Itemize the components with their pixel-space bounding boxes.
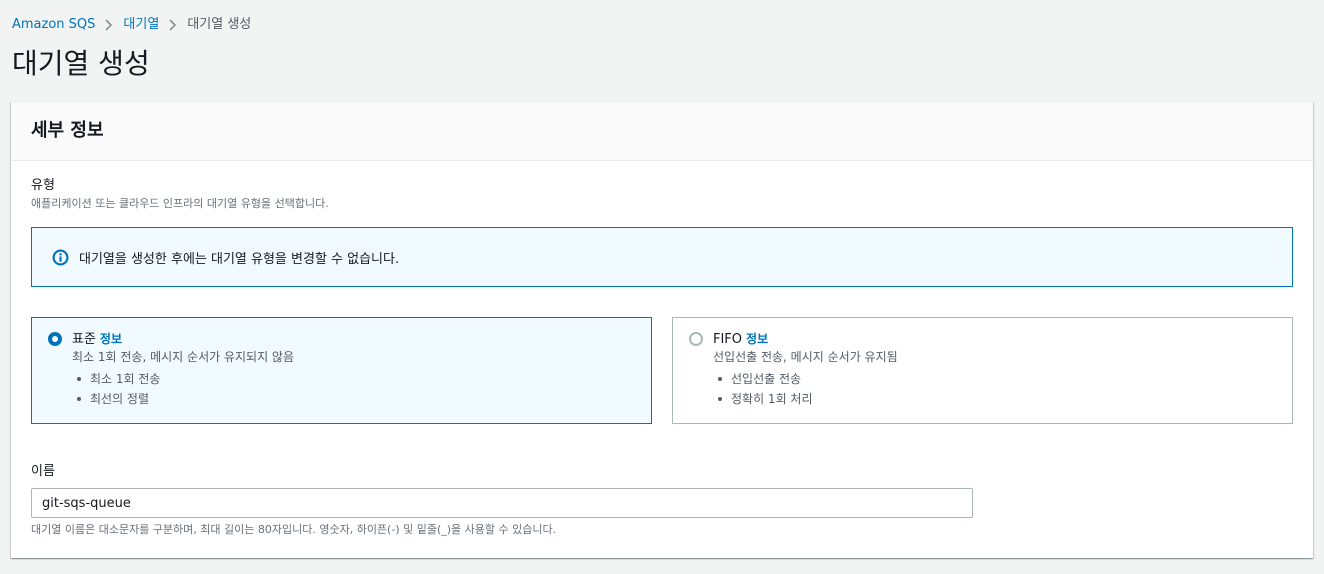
name-label: 이름: [31, 464, 55, 479]
alert-text: 대기열을 생성한 후에는 대기열 유형을 변경할 수 없습니다.: [79, 251, 400, 267]
list-item: 정확히 1회 처리: [713, 389, 1276, 409]
breadcrumb-link-sqs[interactable]: Amazon SQS: [12, 16, 95, 34]
chevron-right-icon: [159, 19, 187, 31]
fifo-description: 선입선출 전송, 메시지 순서가 유지됨: [713, 350, 898, 364]
panel-title: 세부 정보: [31, 120, 104, 141]
radio-standard[interactable]: [48, 332, 62, 346]
type-description: 애플리케이션 또는 클라우드 인프라의 대기열 유형을 선택합니다.: [31, 197, 329, 210]
fifo-bullet-list: 선입선출 전송 정확히 1회 처리: [713, 369, 1276, 409]
standard-title: 표준: [72, 332, 96, 347]
details-panel: 세부 정보 유형 애플리케이션 또는 클라우드 인프라의 대기열 유형을 선택합…: [11, 101, 1313, 558]
fifo-title: FIFO: [713, 332, 743, 347]
info-icon: [52, 249, 69, 266]
list-item: 선입선출 전송: [713, 369, 1276, 389]
standard-bullet-list: 최소 1회 전송 최선의 정렬: [72, 369, 635, 409]
standard-info-link[interactable]: 정보: [100, 332, 122, 346]
radio-fifo[interactable]: [689, 332, 703, 346]
type-label: 유형: [31, 178, 55, 193]
list-item: 최소 1회 전송: [72, 369, 635, 389]
breadcrumb-current: 대기열 생성: [187, 17, 252, 32]
queue-type-standard-tile[interactable]: 표준 정보 최소 1회 전송, 메시지 순서가 유지되지 않음 최소 1회 전송 …: [31, 317, 652, 424]
chevron-right-icon: [95, 19, 123, 31]
standard-description: 최소 1회 전송, 메시지 순서가 유지되지 않음: [72, 350, 295, 364]
breadcrumb: Amazon SQS 대기열 대기열 생성: [12, 16, 251, 34]
queue-type-fifo-tile[interactable]: FIFO 정보 선입선출 전송, 메시지 순서가 유지됨 선입선출 전송 정확히 …: [672, 317, 1293, 424]
fifo-info-link[interactable]: 정보: [746, 332, 768, 346]
panel-header: 세부 정보: [11, 102, 1313, 161]
name-help-text: 대기열 이름은 대소문자를 구분하며, 최대 길이는 80자입니다. 영숫자, …: [31, 523, 557, 536]
info-alert: 대기열을 생성한 후에는 대기열 유형을 변경할 수 없습니다.: [31, 227, 1293, 287]
queue-name-input[interactable]: [31, 488, 973, 518]
page-title: 대기열 생성: [12, 47, 150, 80]
breadcrumb-link-queues[interactable]: 대기열: [123, 16, 159, 34]
list-item: 최선의 정렬: [72, 389, 635, 409]
